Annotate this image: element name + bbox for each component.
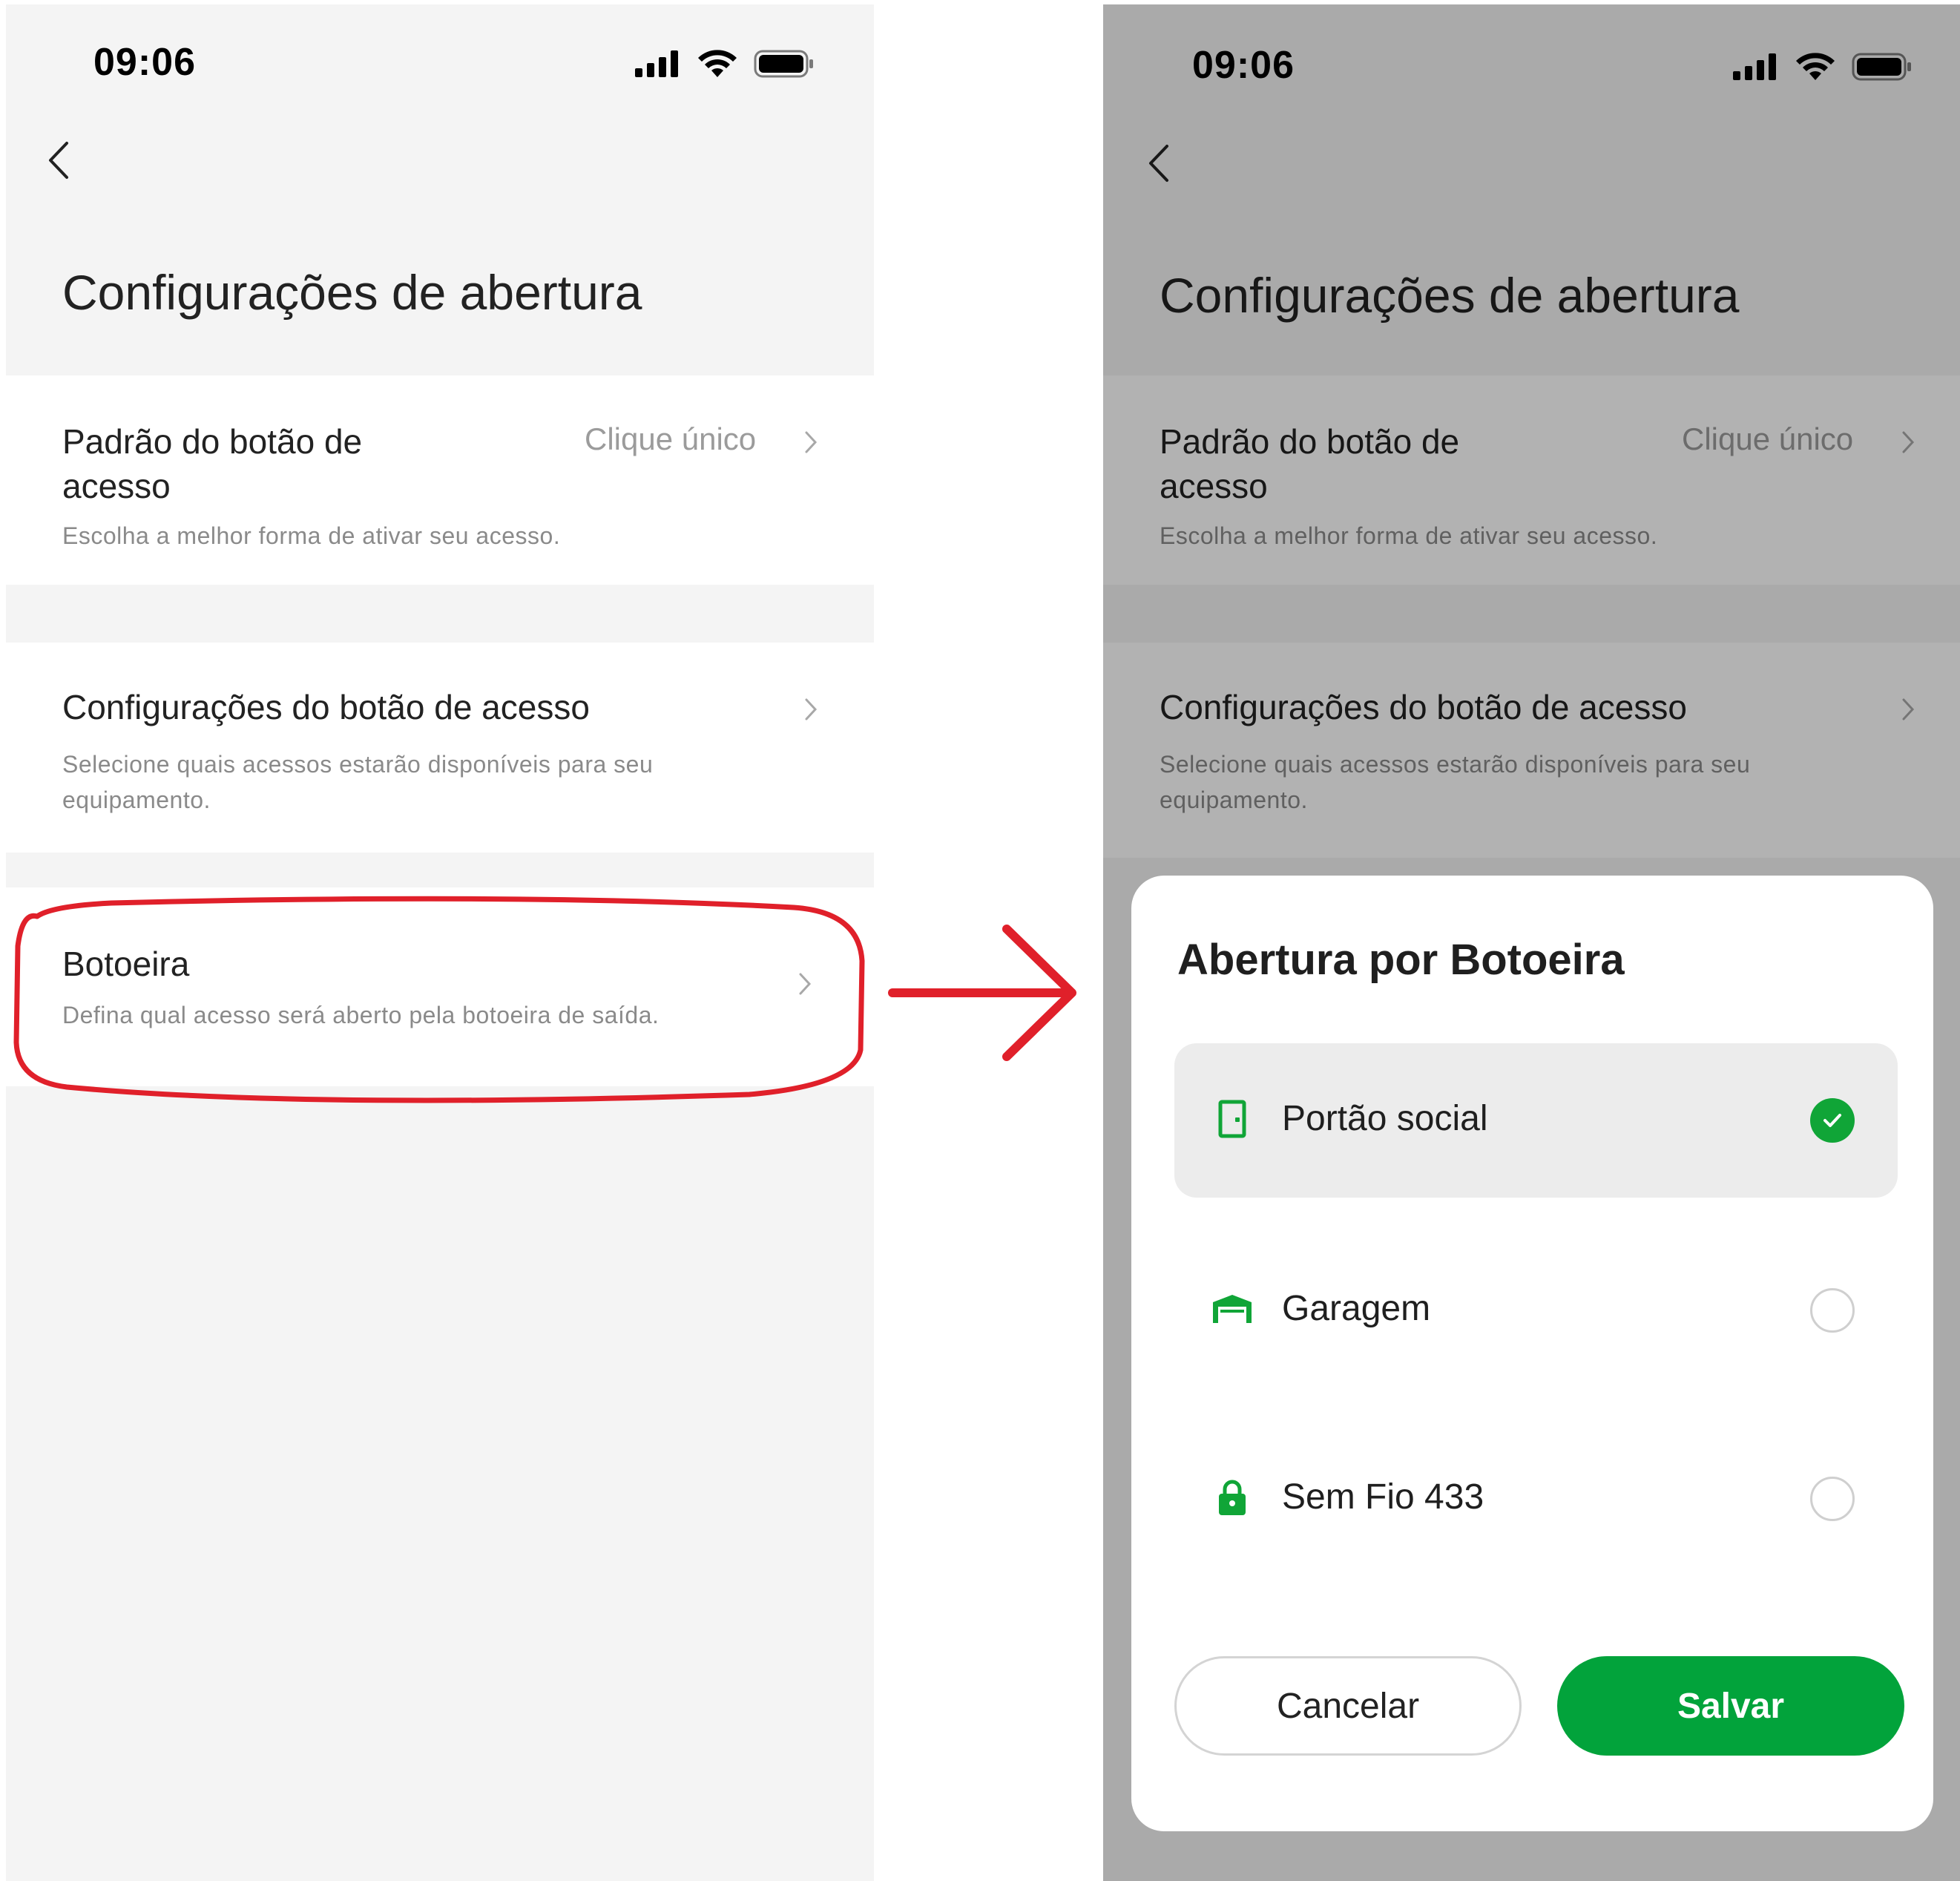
sheet-title: Abertura por Botoeira bbox=[1177, 936, 1625, 984]
option-label: Portão social bbox=[1282, 1099, 1488, 1138]
battery-icon bbox=[754, 50, 813, 78]
row-title: Configurações do botão de acesso bbox=[62, 688, 590, 726]
row-title: Padrão do botão de bbox=[62, 422, 363, 461]
row-button-settings[interactable]: Configurações do botão de acesso Selecio… bbox=[6, 643, 874, 853]
status-time: 09:06 bbox=[93, 41, 196, 84]
chevron-right-icon bbox=[800, 695, 822, 724]
arrow-right-icon bbox=[888, 925, 1076, 1061]
botoeira-sheet: Abertura por Botoeira Portão social Gara… bbox=[1131, 876, 1933, 1831]
row-value: Clique único bbox=[585, 421, 757, 456]
cancel-button[interactable]: Cancelar bbox=[1174, 1656, 1522, 1756]
status-bar: 09:06 bbox=[6, 4, 874, 116]
option-label: Sem Fio 433 bbox=[1282, 1477, 1484, 1517]
row-subtitle: Selecione quais acessos estarão disponív… bbox=[62, 751, 654, 778]
lock-icon bbox=[1210, 1475, 1254, 1520]
radio-checked[interactable] bbox=[1810, 1098, 1855, 1143]
option-portao-social[interactable]: Portão social bbox=[1174, 1043, 1898, 1198]
row-title-continued: acesso bbox=[62, 467, 171, 505]
radio-unchecked[interactable] bbox=[1810, 1477, 1855, 1521]
save-button[interactable]: Salvar bbox=[1557, 1656, 1904, 1756]
option-label: Garagem bbox=[1282, 1289, 1431, 1328]
back-button[interactable] bbox=[36, 131, 80, 190]
radio-unchecked[interactable] bbox=[1810, 1288, 1855, 1333]
row-subtitle: Escolha a melhor forma de ativar seu ace… bbox=[62, 522, 561, 549]
garage-icon bbox=[1210, 1287, 1254, 1331]
check-icon bbox=[1823, 1114, 1841, 1127]
wifi-icon bbox=[698, 50, 737, 77]
chevron-left-icon bbox=[49, 142, 68, 179]
page-title: Configurações de abertura bbox=[62, 265, 642, 320]
status-icons bbox=[635, 49, 815, 79]
highlight-ellipse bbox=[13, 896, 865, 1103]
signal-icon bbox=[635, 50, 678, 77]
screen-after: 09:06 Configurações de abertura Padrão d… bbox=[1103, 4, 1960, 1881]
option-sem-fio-433[interactable]: Sem Fio 433 bbox=[1174, 1422, 1898, 1576]
option-garagem[interactable]: Garagem bbox=[1174, 1233, 1898, 1388]
row-button-pattern[interactable]: Padrão do botão de acesso Escolha a melh… bbox=[6, 375, 874, 585]
door-icon bbox=[1210, 1097, 1254, 1141]
chevron-right-icon bbox=[800, 427, 822, 457]
row-subtitle-continued: equipamento. bbox=[62, 787, 211, 813]
